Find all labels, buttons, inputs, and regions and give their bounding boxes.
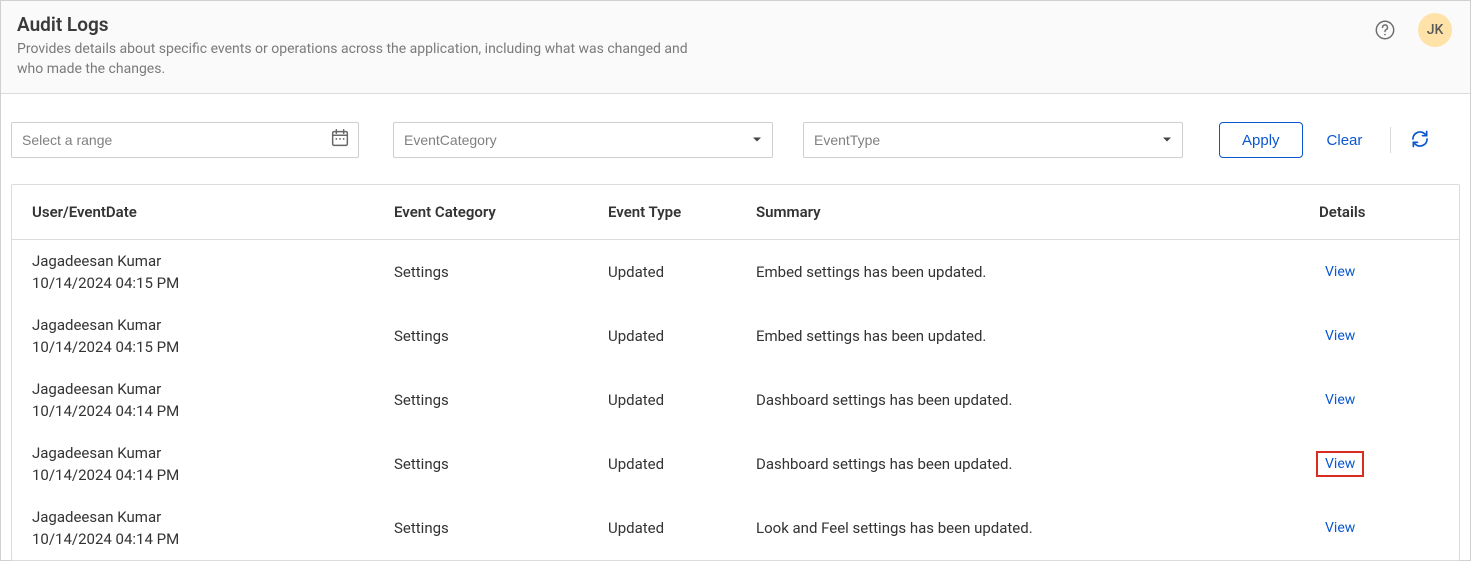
header-text-block: Audit Logs Provides details about specif…: [17, 13, 1374, 79]
col-header-summary: Summary: [736, 185, 1319, 240]
user-name: Jagadeesan Kumar: [32, 316, 374, 334]
table-row: Jagadeesan Kumar 10/14/2024 04:14 PMSetti…: [12, 496, 1459, 560]
table-row: Jagadeesan Kumar 10/14/2024 04:15 PMSetti…: [12, 304, 1459, 368]
cell-category: Settings: [374, 432, 588, 496]
cell-summary: Dashboard settings has been updated.: [736, 432, 1319, 496]
event-type-dropdown[interactable]: EventType: [803, 122, 1183, 158]
cell-summary: Embed settings has been updated.: [736, 304, 1319, 368]
date-range-picker[interactable]: [11, 122, 359, 158]
clear-button[interactable]: Clear: [1311, 122, 1379, 158]
cell-summary: Embed settings has been updated.: [736, 240, 1319, 305]
cell-type: Updated: [588, 304, 736, 368]
cell-details: View: [1319, 432, 1459, 496]
event-category-select[interactable]: EventCategory: [393, 122, 773, 158]
user-name: Jagadeesan Kumar: [32, 444, 374, 462]
cell-type: Updated: [588, 240, 736, 305]
cell-user: Jagadeesan Kumar 10/14/2024 04:15 PM: [12, 304, 374, 368]
col-header-category: Event Category: [374, 185, 588, 240]
event-date: 10/14/2024 04:14 PM: [32, 402, 374, 420]
header-actions: JK: [1374, 13, 1452, 47]
event-date: 10/14/2024 04:14 PM: [32, 466, 374, 484]
event-date: 10/14/2024 04:15 PM: [32, 338, 374, 356]
page-description: Provides details about specific events o…: [17, 40, 697, 79]
cell-details: View: [1319, 496, 1459, 560]
event-type-select[interactable]: EventType: [803, 122, 1183, 158]
cell-type: Updated: [588, 432, 736, 496]
col-header-user: User/EventDate: [12, 185, 374, 240]
cell-summary: Dashboard settings has been updated.: [736, 368, 1319, 432]
refresh-button[interactable]: [1403, 123, 1437, 157]
cell-user: Jagadeesan Kumar 10/14/2024 04:15 PM: [12, 240, 374, 305]
refresh-icon: [1410, 129, 1430, 152]
cell-user: Jagadeesan Kumar 10/14/2024 04:14 PM: [12, 432, 374, 496]
page-header: Audit Logs Provides details about specif…: [1, 1, 1470, 94]
view-details-link[interactable]: View: [1319, 262, 1361, 282]
col-header-type: Event Type: [588, 185, 736, 240]
audit-log-table: User/EventDate Event Category Event Type…: [11, 184, 1460, 561]
cell-category: Settings: [374, 240, 588, 305]
cell-details: View: [1319, 368, 1459, 432]
cell-details: View: [1319, 240, 1459, 305]
event-category-dropdown[interactable]: EventCategory: [393, 122, 773, 158]
user-name: Jagadeesan Kumar: [32, 252, 374, 270]
user-name: Jagadeesan Kumar: [32, 508, 374, 526]
table-header-row: User/EventDate Event Category Event Type…: [12, 185, 1459, 240]
cell-category: Settings: [374, 368, 588, 432]
view-details-link[interactable]: View: [1319, 390, 1361, 410]
cell-user: Jagadeesan Kumar 10/14/2024 04:14 PM: [12, 368, 374, 432]
avatar[interactable]: JK: [1418, 13, 1452, 47]
filter-bar: EventCategory EventType Apply Clear: [1, 94, 1470, 184]
col-header-details: Details: [1319, 185, 1459, 240]
user-name: Jagadeesan Kumar: [32, 380, 374, 398]
view-details-link[interactable]: View: [1319, 454, 1361, 474]
cell-summary: Look and Feel settings has been updated.: [736, 496, 1319, 560]
help-icon[interactable]: [1374, 19, 1396, 41]
vertical-separator: [1390, 127, 1391, 153]
page-title: Audit Logs: [17, 13, 1374, 36]
cell-type: Updated: [588, 496, 736, 560]
date-range-input[interactable]: [11, 122, 359, 158]
table-row: Jagadeesan Kumar 10/14/2024 04:15 PMSetti…: [12, 240, 1459, 305]
cell-type: Updated: [588, 368, 736, 432]
table-row: Jagadeesan Kumar 10/14/2024 04:14 PMSetti…: [12, 368, 1459, 432]
view-details-link[interactable]: View: [1319, 326, 1361, 346]
view-details-link[interactable]: View: [1319, 518, 1361, 538]
cell-user: Jagadeesan Kumar 10/14/2024 04:14 PM: [12, 496, 374, 560]
table-row: Jagadeesan Kumar 10/14/2024 04:14 PMSetti…: [12, 432, 1459, 496]
event-date: 10/14/2024 04:14 PM: [32, 530, 374, 548]
apply-button[interactable]: Apply: [1219, 122, 1303, 158]
cell-category: Settings: [374, 496, 588, 560]
cell-category: Settings: [374, 304, 588, 368]
cell-details: View: [1319, 304, 1459, 368]
event-date: 10/14/2024 04:15 PM: [32, 274, 374, 292]
